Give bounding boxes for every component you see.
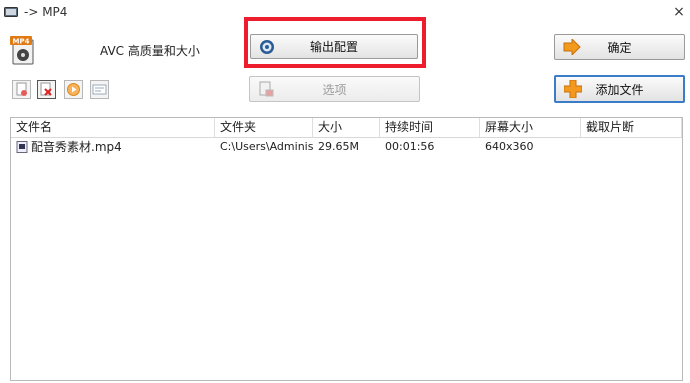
column-header-duration[interactable]: 持续时间	[380, 118, 480, 137]
column-header-screen-size[interactable]: 屏幕大小	[480, 118, 581, 137]
play-icon	[67, 83, 80, 96]
arrow-right-icon	[563, 39, 581, 55]
size-cell: 29.65M	[318, 140, 359, 153]
video-file-icon	[16, 141, 28, 153]
close-icon[interactable]: ×	[670, 3, 688, 21]
column-header-clip[interactable]: 截取片断	[581, 118, 682, 137]
column-header-folder[interactable]: 文件夹	[215, 118, 313, 137]
folder-cell: C:\Users\Administ...	[220, 140, 313, 153]
mp4-format-icon: MP4	[10, 36, 34, 65]
file-remove-icon	[16, 82, 27, 96]
options-icon	[259, 81, 274, 97]
table-row[interactable]: 配音秀素材.mp4 C:\Users\Administ... 29.65M 00…	[11, 138, 682, 156]
file-list[interactable]: 文件名 文件夹 大小 持续时间 屏幕大小 截取片断 配音秀素材.mp4 C:\U…	[10, 117, 683, 381]
options-label: 选项	[322, 82, 347, 97]
highlight-box	[244, 17, 426, 68]
clip-cell	[581, 138, 682, 156]
duration-cell: 00:01:56	[385, 140, 435, 153]
screen-size-cell: 640x360	[485, 140, 534, 153]
add-file-label: 添加文件	[595, 82, 644, 97]
delete-icon	[40, 82, 52, 96]
file-list-header: 文件名 文件夹 大小 持续时间 屏幕大小 截取片断	[11, 118, 682, 138]
file-name-cell: 配音秀素材.mp4	[11, 138, 215, 156]
info-button[interactable]	[90, 80, 109, 99]
add-file-button[interactable]: 添加文件	[554, 75, 685, 103]
file-name: 配音秀素材.mp4	[31, 140, 122, 154]
column-header-filename[interactable]: 文件名	[11, 118, 215, 137]
options-button[interactable]: 选项	[249, 76, 420, 102]
app-icon	[4, 7, 18, 17]
remove-file-button[interactable]	[12, 80, 31, 99]
info-icon	[92, 84, 107, 95]
play-button[interactable]	[64, 80, 83, 99]
plus-icon	[564, 80, 582, 98]
ok-label: 确定	[607, 40, 632, 55]
format-label: AVC 高质量和大小	[100, 44, 200, 58]
mp4-format-icon-text: MP4	[13, 38, 30, 46]
window-title: -> MP4	[24, 5, 68, 19]
clear-list-button[interactable]	[37, 80, 56, 99]
ok-button[interactable]: 确定	[554, 34, 685, 60]
column-header-size[interactable]: 大小	[313, 118, 380, 137]
